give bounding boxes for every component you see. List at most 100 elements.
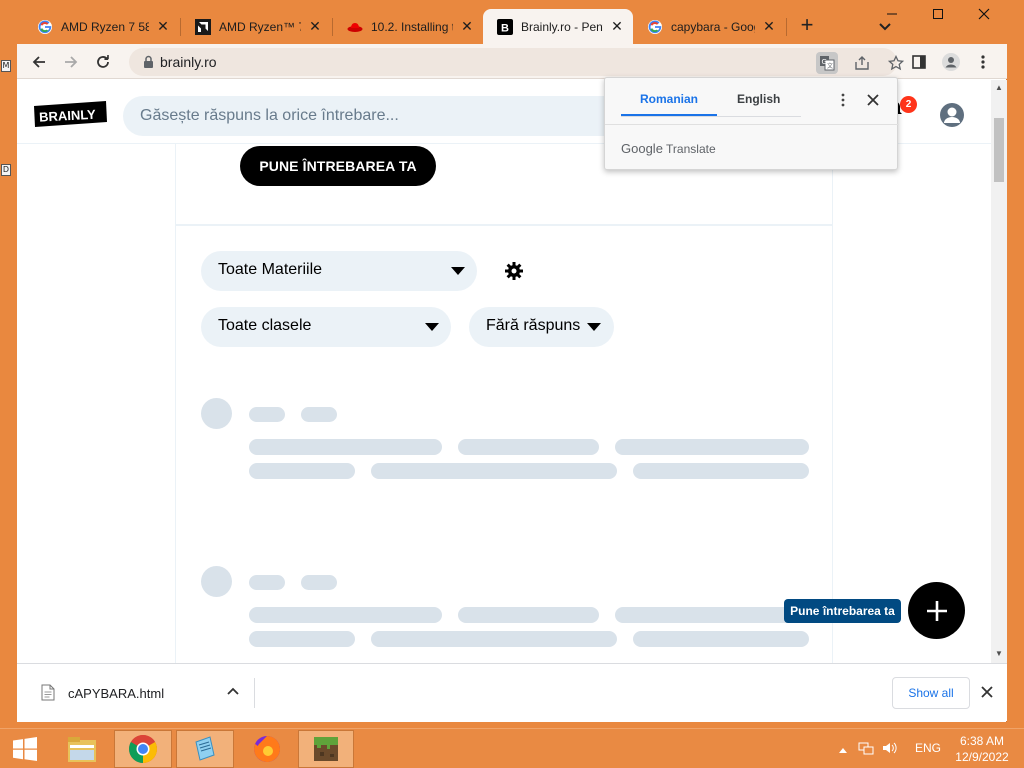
download-item[interactable]: cAPYBARA.html — [37, 678, 255, 708]
answer-status-value: Fără răspuns — [486, 317, 581, 334]
browser-tab[interactable]: AMD Ryzen 7 58 ✕ — [23, 9, 179, 44]
chrome-taskbar-icon[interactable] — [114, 730, 172, 768]
skeleton-line — [249, 575, 285, 590]
answer-status-filter-select[interactable]: Fără răspuns — [469, 307, 614, 347]
scrollbar-thumb[interactable] — [994, 118, 1004, 182]
browser-window: AMD Ryzen 7 58 ✕ AMD Ryzen™ 7 ✕ 10.2. In… — [17, 0, 1007, 722]
address-bar[interactable]: brainly.ro G文 — [129, 48, 904, 76]
maximize-button[interactable] — [915, 0, 961, 28]
scroll-up-arrow-icon[interactable]: ▲ — [995, 84, 1003, 92]
skeleton-line — [249, 607, 442, 623]
reload-icon[interactable] — [91, 50, 115, 74]
tab-underline-track — [621, 116, 801, 117]
subject-filter-select[interactable]: Toate Materiile — [201, 251, 477, 291]
chevron-down-icon — [587, 323, 601, 331]
windows-taskbar: ENG 6:38 AM 12/9/2022 — [0, 728, 1024, 768]
chevron-up-icon[interactable] — [225, 684, 241, 700]
skeleton-line — [633, 463, 809, 479]
close-icon[interactable] — [979, 684, 995, 700]
redhat-logo-icon — [347, 19, 363, 35]
browser-toolbar: brainly.ro G文 — [17, 44, 1007, 79]
svg-text:BRAINLY: BRAINLY — [39, 107, 97, 125]
skeleton-line — [249, 631, 355, 647]
amd-logo-icon — [195, 18, 211, 35]
file-icon — [41, 684, 55, 701]
notification-count-badge: 2 — [900, 96, 917, 113]
close-icon[interactable] — [865, 92, 881, 108]
search-placeholder: Găsește răspuns la orice întrebare... — [140, 107, 399, 124]
floating-ask-label[interactable]: Pune întrebarea ta — [784, 599, 901, 623]
firefox-taskbar-icon[interactable] — [240, 730, 294, 768]
gear-icon[interactable] — [503, 260, 525, 282]
download-filename: cAPYBARA.html — [68, 686, 165, 701]
side-panel-icon[interactable] — [907, 50, 931, 74]
grade-filter-select[interactable]: Toate clasele — [201, 307, 451, 347]
skeleton-avatar — [201, 566, 232, 597]
minecraft-taskbar-icon[interactable] — [298, 730, 354, 768]
translate-tab-target[interactable]: English — [737, 92, 780, 106]
translate-popup: Romanian English Google Translate — [604, 77, 899, 170]
translate-icon[interactable]: G文 — [816, 52, 838, 74]
chevron-down-icon — [451, 267, 465, 275]
brainly-b-icon: B — [497, 18, 513, 35]
skeleton-avatar — [201, 398, 232, 429]
notepad-taskbar-icon[interactable] — [176, 730, 234, 768]
lock-icon[interactable] — [143, 55, 154, 72]
grade-filter-value: Toate clasele — [218, 317, 312, 334]
scroll-down-arrow-icon[interactable]: ▼ — [995, 650, 1003, 658]
clock-date: 12/9/2022 — [955, 750, 1009, 764]
question-feed: Toate Materiile Toate clasele Fără răspu… — [175, 226, 833, 663]
translate-tab-source[interactable]: Romanian — [640, 92, 698, 106]
brand-google: Google — [621, 141, 663, 156]
close-window-button[interactable] — [961, 0, 1007, 28]
skeleton-line — [458, 607, 599, 623]
back-arrow-icon[interactable] — [27, 50, 51, 74]
forward-arrow-icon[interactable] — [59, 50, 83, 74]
volume-icon[interactable] — [882, 741, 898, 758]
floating-ask-button[interactable] — [908, 582, 965, 639]
google-translate-brand: Google Translate — [621, 141, 716, 156]
minimize-button[interactable] — [869, 0, 915, 28]
file-explorer-icon[interactable] — [58, 730, 106, 768]
ask-question-button[interactable]: PUNE ÎNTREBAREA TA — [240, 146, 436, 186]
tray-overflow-icon[interactable] — [838, 742, 848, 757]
close-tab-icon[interactable]: ✕ — [155, 18, 171, 35]
browser-tab[interactable]: 10.2. Installing th ✕ — [333, 9, 483, 44]
close-tab-icon[interactable]: ✕ — [459, 18, 475, 35]
active-tab-indicator — [621, 114, 717, 116]
close-tab-icon[interactable]: ✕ — [609, 18, 625, 35]
download-shelf: cAPYBARA.html Show all — [17, 663, 1007, 721]
close-tab-icon[interactable]: ✕ — [761, 18, 777, 35]
page-scrollbar[interactable]: ▲ ▼ — [991, 80, 1007, 663]
share-icon[interactable] — [851, 52, 873, 74]
svg-text:文: 文 — [827, 62, 833, 70]
profile-icon[interactable] — [939, 50, 963, 74]
bookmark-star-icon[interactable] — [885, 52, 907, 74]
skeleton-line — [301, 407, 337, 422]
tab-title: Brainly.ro - Pent — [521, 19, 603, 34]
tab-strip: AMD Ryzen 7 58 ✕ AMD Ryzen™ 7 ✕ 10.2. In… — [17, 0, 1007, 44]
skeleton-line — [615, 607, 809, 623]
brainly-logo[interactable]: BRAINLY — [34, 101, 107, 127]
taskbar-clock[interactable]: 6:38 AM 12/9/2022 — [948, 733, 1016, 765]
browser-tab[interactable]: capybara - Goog ✕ — [633, 9, 785, 44]
desktop-icon[interactable]: M — [1, 60, 11, 72]
user-avatar-icon[interactable] — [939, 102, 965, 128]
browser-tab[interactable]: AMD Ryzen™ 7 ✕ — [181, 9, 331, 44]
browser-tab-active[interactable]: B Brainly.ro - Pent ✕ — [483, 9, 633, 44]
network-icon[interactable] — [858, 741, 874, 758]
new-tab-button[interactable]: + — [795, 14, 819, 38]
skeleton-line — [371, 631, 617, 647]
windows-start-icon[interactable] — [6, 730, 44, 768]
subject-filter-value: Toate Materiile — [218, 261, 323, 278]
skeleton-line — [249, 463, 355, 479]
chrome-menu-icon[interactable] — [971, 50, 995, 74]
close-tab-icon[interactable]: ✕ — [307, 18, 323, 35]
show-all-button[interactable]: Show all — [892, 677, 970, 709]
desktop-icon[interactable]: D — [1, 164, 11, 176]
search-input[interactable]: Găsește răspuns la orice întrebare... — [123, 96, 633, 136]
more-options-icon[interactable] — [835, 92, 851, 108]
skeleton-line — [615, 439, 809, 455]
tab-title: AMD Ryzen™ 7 — [219, 19, 301, 34]
input-language[interactable]: ENG — [915, 741, 941, 755]
